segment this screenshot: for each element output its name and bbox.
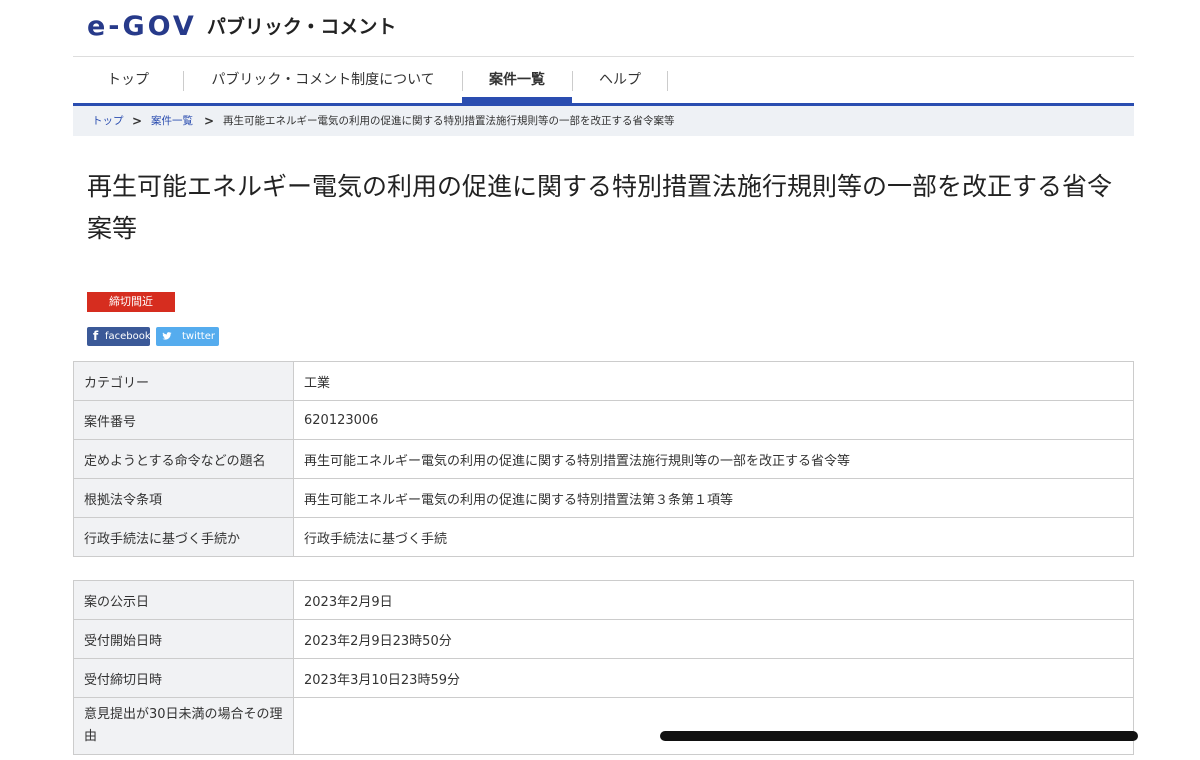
nav-item-help[interactable]: ヘルプ	[573, 57, 667, 103]
nav-active-indicator	[462, 97, 572, 103]
row-value: 2023年2月9日	[293, 580, 1134, 620]
row-key: 根拠法令条項	[73, 478, 294, 518]
row-value: 2023年2月9日23時50分	[293, 619, 1134, 659]
facebook-label: facebook	[105, 331, 151, 342]
logo-text: パブリック・コメント	[206, 16, 397, 38]
row-value	[293, 697, 1134, 755]
chevron-right-icon: >	[204, 114, 215, 128]
table-row: 案の公示日 2023年2月9日	[73, 580, 1134, 620]
twitter-share-button[interactable]: twitter	[156, 327, 219, 346]
twitter-icon	[162, 327, 172, 346]
twitter-label: twitter	[182, 331, 215, 342]
row-key: 案件番号	[73, 400, 294, 440]
row-value: 2023年3月10日23時59分	[293, 658, 1134, 698]
table-row: 受付開始日時 2023年2月9日23時50分	[73, 619, 1134, 659]
row-key: 定めようとする命令などの題名	[73, 439, 294, 479]
site-header: e-GOV パブリック・コメント	[73, 0, 1134, 57]
row-key: カテゴリー	[73, 361, 294, 401]
breadcrumb-top[interactable]: トップ	[92, 106, 124, 136]
row-value: 再生可能エネルギー電気の利用の促進に関する特別措置法第３条第１項等	[293, 478, 1134, 518]
table-row: カテゴリー 工業	[73, 361, 1134, 401]
facebook-icon: f	[93, 329, 99, 343]
horizontal-scrollbar[interactable]	[660, 731, 1138, 741]
row-key: 案の公示日	[73, 580, 294, 620]
case-info-table: カテゴリー 工業 案件番号 620123006 定めようとする命令などの題名 再…	[73, 361, 1134, 557]
breadcrumb-current: 再生可能エネルギー電気の利用の促進に関する特別措置法施行規則等の一部を改正する省…	[223, 115, 675, 127]
row-key: 受付開始日時	[73, 619, 294, 659]
table-row: 行政手続法に基づく手続か 行政手続法に基づく手続	[73, 517, 1134, 557]
breadcrumb: トップ > 案件一覧 > 再生可能エネルギー電気の利用の促進に関する特別措置法施…	[73, 106, 1134, 136]
nav-divider	[667, 71, 668, 91]
table-row: 意見提出が30日未満の場合その理由	[73, 697, 1134, 755]
page: e-GOV パブリック・コメント トップ パブリック・コメント制度について 案件…	[73, 0, 1134, 755]
page-title: 再生可能エネルギー電気の利用の促進に関する特別措置法施行規則等の一部を改正する省…	[87, 172, 1113, 243]
breadcrumb-case-list[interactable]: 案件一覧	[151, 106, 193, 136]
table-row: 根拠法令条項 再生可能エネルギー電気の利用の促進に関する特別措置法第３条第１項等	[73, 478, 1134, 518]
table-row: 定めようとする命令などの題名 再生可能エネルギー電気の利用の促進に関する特別措置…	[73, 439, 1134, 479]
egov-logo-mark: e-GOV	[87, 11, 197, 42]
row-key: 行政手続法に基づく手続か	[73, 517, 294, 557]
row-key: 受付締切日時	[73, 658, 294, 698]
row-value: 再生可能エネルギー電気の利用の促進に関する特別措置法施行規則等の一部を改正する省…	[293, 439, 1134, 479]
status-badge: 締切間近	[87, 292, 175, 312]
chevron-right-icon: >	[132, 114, 143, 128]
site-logo[interactable]: e-GOV パブリック・コメント	[87, 11, 396, 43]
schedule-table: 案の公示日 2023年2月9日 受付開始日時 2023年2月9日23時50分 受…	[73, 580, 1134, 755]
row-value: 工業	[293, 361, 1134, 401]
row-value: 620123006	[293, 400, 1134, 440]
facebook-share-button[interactable]: f facebook	[87, 327, 151, 346]
nav-item-top[interactable]: トップ	[73, 57, 183, 103]
row-value: 行政手続法に基づく手続	[293, 517, 1134, 557]
nav-item-about[interactable]: パブリック・コメント制度について	[184, 57, 462, 103]
table-row: 受付締切日時 2023年3月10日23時59分	[73, 658, 1134, 698]
row-key: 意見提出が30日未満の場合その理由	[73, 697, 294, 755]
table-row: 案件番号 620123006	[73, 400, 1134, 440]
main-nav: トップ パブリック・コメント制度について 案件一覧 ヘルプ	[73, 57, 1134, 106]
